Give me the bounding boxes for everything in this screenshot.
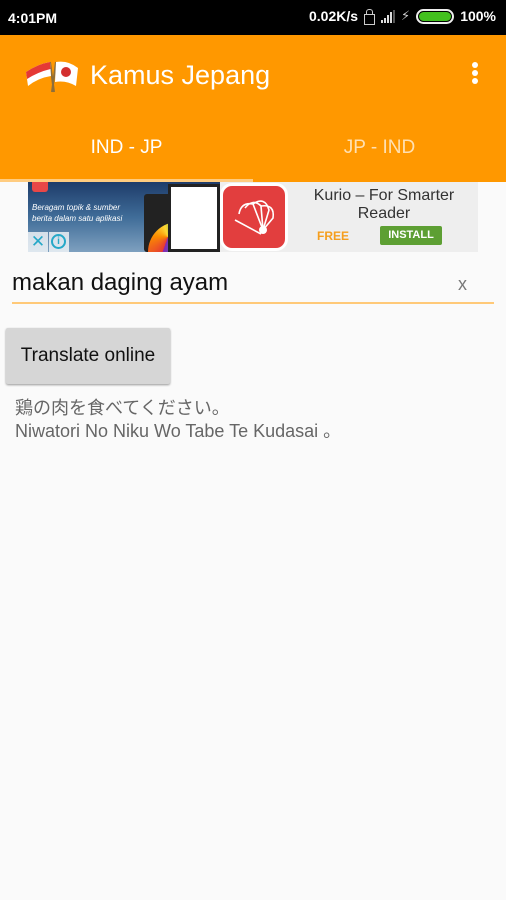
ad-banner[interactable]: Beragam topik & sumber berita dalam satu… (28, 182, 478, 252)
status-bar: 4:01PM 0.02K/s ⚡ 100% (0, 0, 506, 35)
ad-title: Kurio – For Smarter Reader (313, 187, 455, 222)
app-title: Kamus Jepang (90, 60, 271, 90)
tab-jp-ind[interactable]: JP - IND (253, 137, 506, 181)
ad-tablet-image (168, 184, 220, 252)
translate-online-button[interactable]: Translate online (6, 328, 170, 384)
search-input[interactable] (12, 266, 452, 300)
result-romaji: Niwatori No Niku Wo Tabe Te Kudasai 。 (15, 421, 342, 441)
battery-percent: 100% (460, 8, 496, 24)
overflow-menu-icon[interactable] (469, 62, 481, 88)
status-time: 4:01PM (8, 10, 58, 26)
battery-fill (419, 11, 452, 21)
kurio-app-icon[interactable] (220, 183, 288, 251)
tab-ind-jp[interactable]: IND - JP (0, 137, 253, 181)
lock-icon (364, 8, 376, 25)
signal-icon (381, 9, 396, 23)
clear-input-button[interactable]: x (458, 274, 467, 295)
crossed-flags-icon (26, 61, 78, 93)
charging-bolt-icon: ⚡ (401, 8, 411, 23)
search-underline (12, 302, 494, 304)
ad-close-icon[interactable]: ✕ (28, 232, 48, 252)
ad-tagline: Beragam topik & sumber berita dalam satu… (32, 203, 123, 223)
battery-icon (416, 8, 455, 24)
ad-logo-icon (32, 182, 48, 192)
status-icons: 0.02K/s ⚡ 100% (309, 8, 496, 25)
net-speed: 0.02K/s (309, 8, 359, 24)
ad-price: FREE (317, 229, 350, 243)
ad-install-button[interactable]: INSTALL (380, 226, 442, 245)
ad-info-icon[interactable]: i (49, 232, 69, 252)
